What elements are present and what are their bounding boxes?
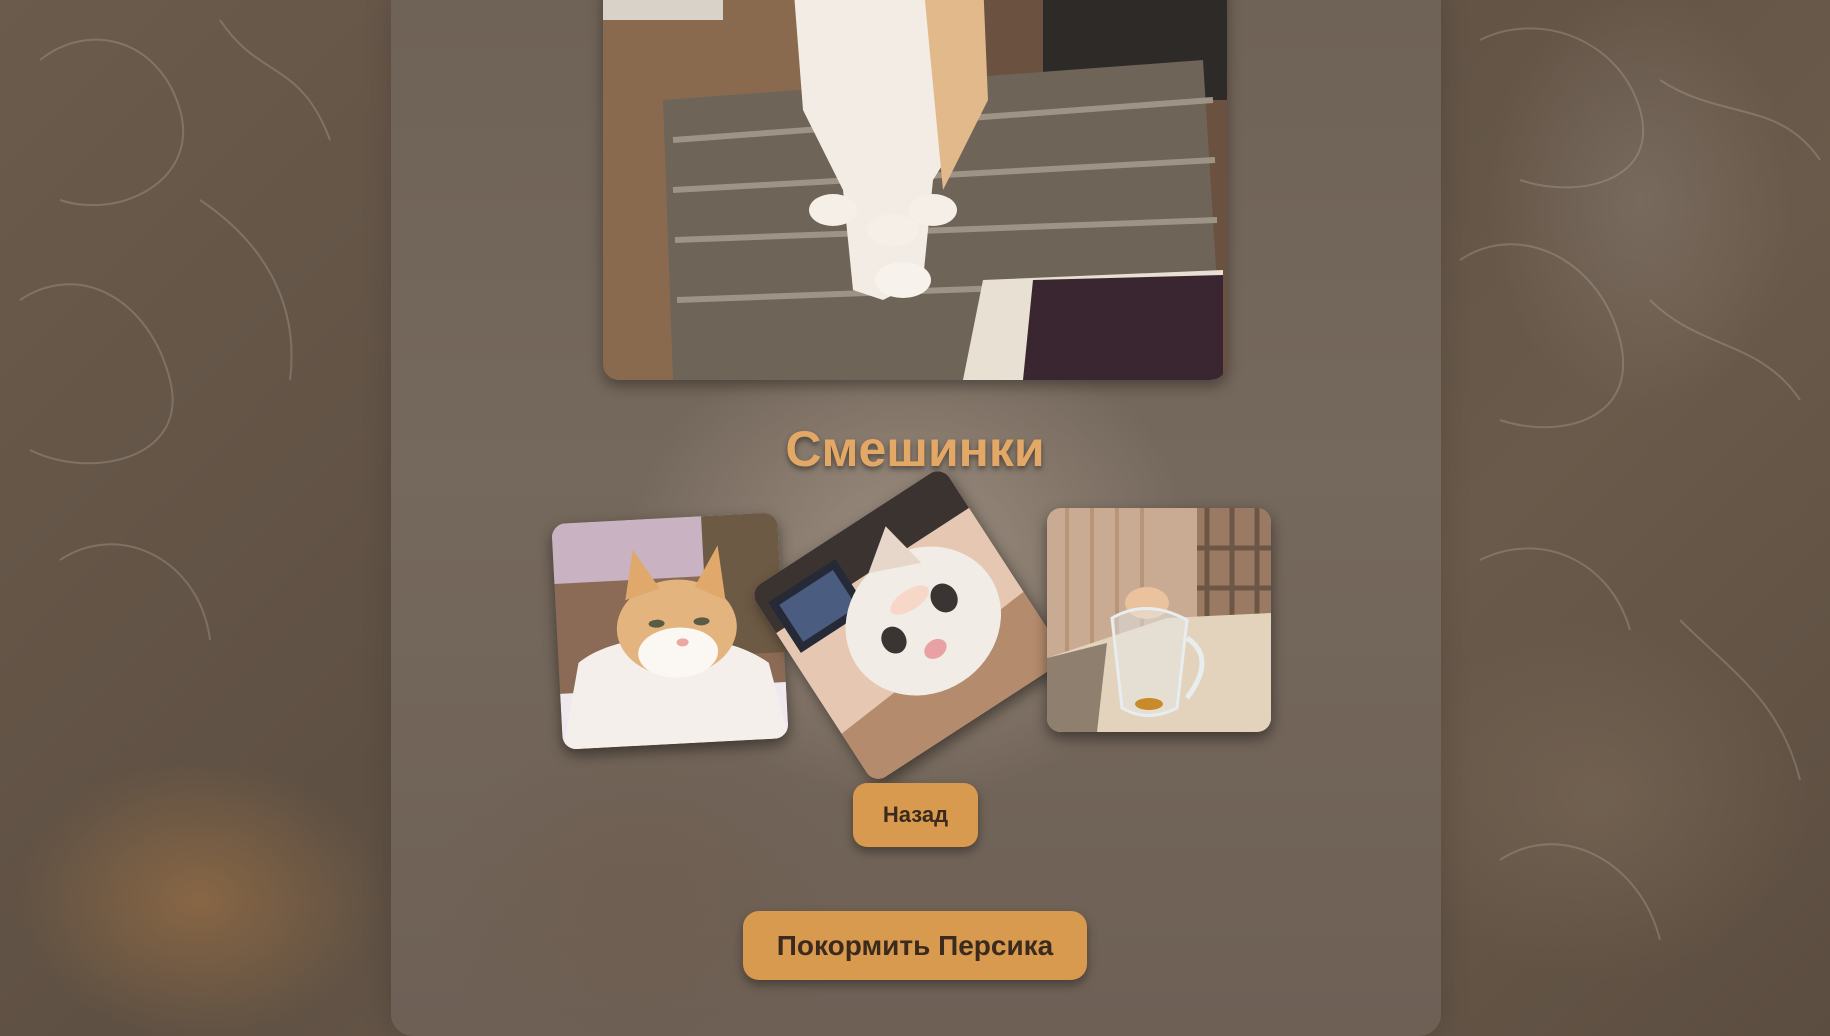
back-button[interactable]: Назад <box>853 783 978 847</box>
cat-glass-photo[interactable] <box>1047 508 1271 732</box>
page-background: Смешинки Назад Покормить Персика <box>0 0 1830 1036</box>
section-title: Смешинки <box>785 421 1045 477</box>
cat-standing-photo <box>603 0 1227 380</box>
cat-lying-photo[interactable] <box>551 512 789 750</box>
feed-persik-button[interactable]: Покормить Персика <box>743 911 1087 980</box>
